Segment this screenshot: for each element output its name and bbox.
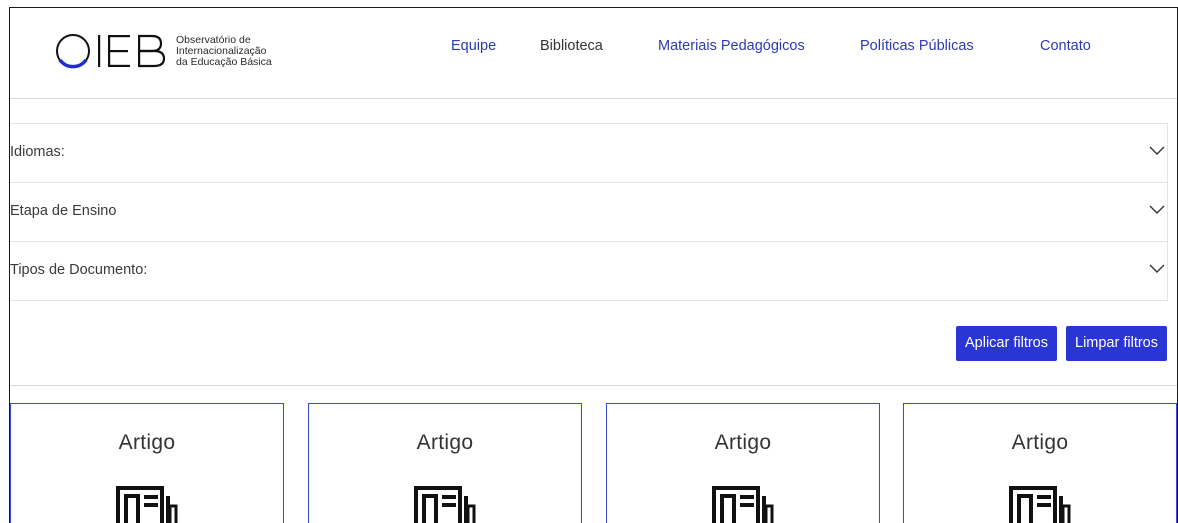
site-header: Observatório de Internacionalização da E… xyxy=(10,8,1177,99)
filter-label: Etapa de Ensino xyxy=(10,203,117,219)
chevron-down-icon xyxy=(1149,264,1165,273)
document-card[interactable]: Artigo xyxy=(10,403,284,523)
nav-item-materiais-pedagogicos[interactable]: Materiais Pedagógicos xyxy=(658,38,805,54)
filter-tipos-de-documento[interactable]: Tipos de Documento: xyxy=(10,242,1167,300)
chevron-down-icon xyxy=(1149,146,1165,155)
filter-label: Idiomas: xyxy=(10,144,65,160)
filter-label: Tipos de Documento: xyxy=(10,262,148,278)
logo-line-3: da Educação Básica xyxy=(176,55,272,68)
newspaper-icon xyxy=(1009,486,1071,523)
newspaper-icon xyxy=(414,486,476,523)
apply-filters-button[interactable]: Aplicar filtros xyxy=(956,326,1057,361)
nav-item-biblioteca[interactable]: Biblioteca xyxy=(540,38,603,54)
chevron-down-icon xyxy=(1149,205,1165,214)
card-title: Artigo xyxy=(1011,431,1069,454)
document-cards: Artigo Artigo Artigo Artigo xyxy=(10,403,1177,523)
card-title: Artigo xyxy=(714,431,772,454)
card-title: Artigo xyxy=(416,431,474,454)
document-card[interactable]: Artigo xyxy=(903,403,1177,523)
filter-actions: Aplicar filtros Limpar filtros xyxy=(956,326,1167,361)
filter-etapa-de-ensino[interactable]: Etapa de Ensino xyxy=(10,183,1167,242)
clear-filters-button[interactable]: Limpar filtros xyxy=(1066,326,1167,361)
card-title: Artigo xyxy=(118,431,176,454)
main-nav: Equipe Biblioteca Materiais Pedagógicos … xyxy=(10,38,1177,58)
document-card[interactable]: Artigo xyxy=(308,403,582,523)
newspaper-icon xyxy=(116,486,178,523)
section-divider xyxy=(10,385,1177,386)
nav-item-contato[interactable]: Contato xyxy=(1040,38,1091,54)
nav-item-equipe[interactable]: Equipe xyxy=(451,38,496,54)
filter-idiomas[interactable]: Idiomas: xyxy=(10,124,1167,183)
page: Observatório de Internacionalização da E… xyxy=(0,0,1178,523)
document-card[interactable]: Artigo xyxy=(606,403,880,523)
nav-item-politicas-publicas[interactable]: Políticas Públicas xyxy=(860,38,974,54)
newspaper-icon xyxy=(712,486,774,523)
browser-frame: Observatório de Internacionalização da E… xyxy=(9,7,1178,523)
filters-panel: Idiomas: Etapa de Ensino Tipos de Docume… xyxy=(10,123,1168,301)
